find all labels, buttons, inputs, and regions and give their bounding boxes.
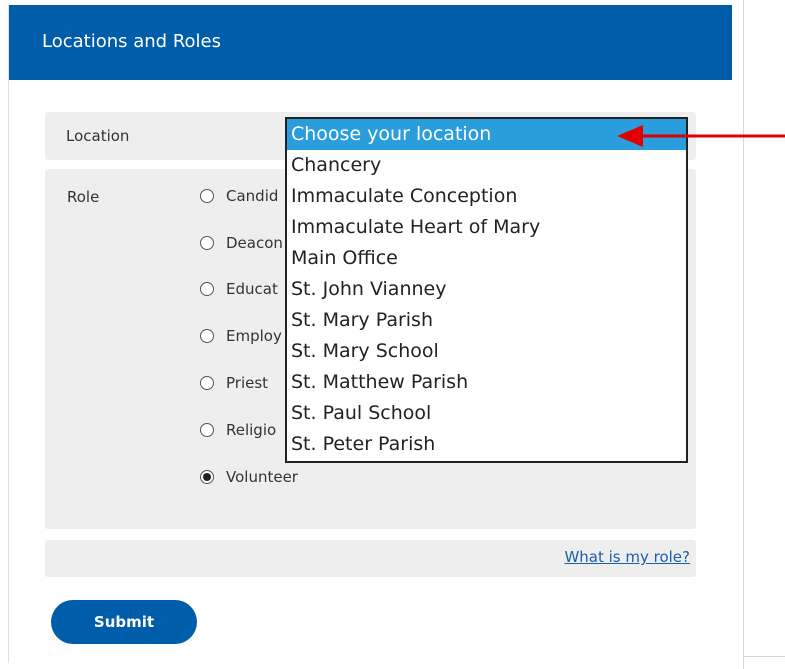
radio-selected-dot	[203, 473, 211, 481]
location-option[interactable]: Immaculate Conception	[287, 181, 686, 212]
location-option[interactable]: Chancery	[287, 150, 686, 181]
annotation-arrow-icon	[617, 125, 785, 147]
panel-header: Locations and Roles	[9, 5, 732, 80]
submit-button[interactable]: Submit	[51, 600, 197, 644]
role-option-label: Educat	[226, 280, 278, 298]
role-label: Role	[67, 188, 100, 206]
location-option[interactable]: St. Paul School	[287, 398, 686, 429]
role-option-label: Religio	[226, 421, 277, 439]
radio-button[interactable]	[200, 423, 214, 437]
radio-button[interactable]	[200, 329, 214, 343]
location-dropdown-list[interactable]: Choose your location Chancery Immaculate…	[285, 117, 688, 463]
help-row: What is my role?	[45, 540, 696, 577]
role-option-volunteer[interactable]: Volunteer	[200, 466, 330, 488]
location-option[interactable]: St. Mary School	[287, 336, 686, 367]
role-option-label: Candid	[226, 187, 279, 205]
window-divider	[743, 0, 744, 669]
location-label: Location	[66, 127, 130, 145]
what-is-my-role-link[interactable]: What is my role?	[564, 548, 690, 566]
location-option[interactable]: Main Office	[287, 243, 686, 274]
radio-button[interactable]	[200, 236, 214, 250]
window-divider-bottom	[744, 656, 785, 657]
role-option-label: Priest	[226, 374, 269, 392]
radio-button-selected[interactable]	[200, 470, 214, 484]
role-option-label: Volunteer	[226, 468, 298, 486]
role-option-label: Deacon	[226, 234, 283, 252]
panel-title: Locations and Roles	[42, 31, 221, 52]
location-option[interactable]: Immaculate Heart of Mary	[287, 212, 686, 243]
radio-button[interactable]	[200, 282, 214, 296]
location-option[interactable]: St. Peter Parish	[287, 429, 686, 460]
role-option-label: Employ	[226, 327, 282, 345]
location-option[interactable]: St. Matthew Parish	[287, 367, 686, 398]
radio-button[interactable]	[200, 189, 214, 203]
location-option[interactable]: St. John Vianney	[287, 274, 686, 305]
radio-button[interactable]	[200, 376, 214, 390]
location-option[interactable]: St. Mary Parish	[287, 305, 686, 336]
